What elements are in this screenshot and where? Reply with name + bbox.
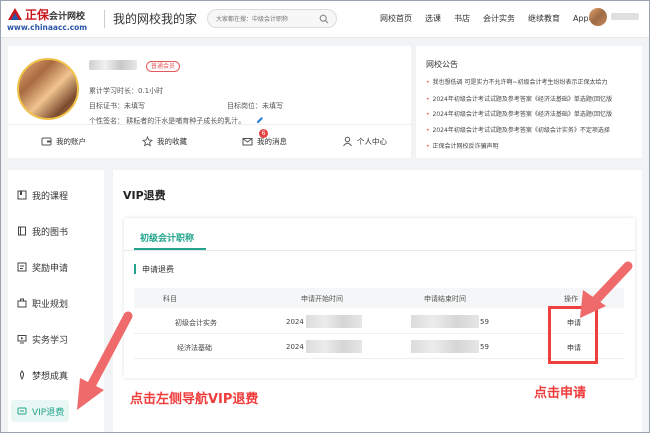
arrow-to-apply	[580, 261, 633, 318]
arrow-to-vip-refund	[77, 311, 133, 410]
annotation-arrows	[77, 261, 633, 410]
